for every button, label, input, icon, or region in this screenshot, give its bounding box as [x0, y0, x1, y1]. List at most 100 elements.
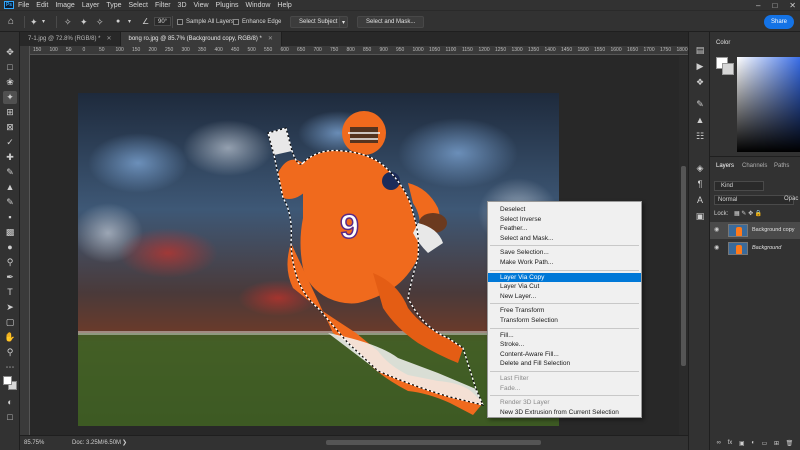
status-arrow-icon[interactable]: ❯ [122, 436, 127, 450]
horizontal-scroll-thumb[interactable] [326, 440, 541, 445]
pen-tool-icon[interactable]: ✒ [3, 271, 17, 284]
menu-edit[interactable]: Edit [36, 2, 48, 9]
vertical-scrollbar[interactable] [679, 56, 688, 435]
adjustments-icon[interactable]: ❖ [694, 76, 706, 88]
menu-item-stroke[interactable]: Stroke... [488, 340, 641, 350]
lock-all-icon[interactable]: 🔒 [755, 211, 762, 217]
menu-item-make-work-path[interactable]: Make Work Path... [488, 258, 641, 268]
delete-layer-icon[interactable]: 🗑 [786, 440, 794, 450]
type-tool-icon[interactable]: T [3, 286, 17, 299]
brush-options-chevron-icon[interactable]: ▾ [128, 16, 140, 28]
select-subject-button[interactable]: Select Subject [290, 16, 347, 28]
menu-plugins[interactable]: Plugins [216, 2, 239, 9]
select-and-mask-button[interactable]: Select and Mask... [357, 16, 425, 28]
menu-item-layer-via-copy[interactable]: Layer Via Copy [488, 272, 641, 283]
color-picker-field[interactable] [737, 57, 800, 152]
menu-view[interactable]: View [194, 2, 209, 9]
menu-select[interactable]: Select [129, 2, 148, 9]
add-mask-icon[interactable]: ▣ [739, 440, 745, 450]
add-to-selection-brush-icon[interactable]: ✦ [80, 16, 92, 28]
clone-source-icon[interactable]: ▲ [694, 114, 706, 126]
actions-play-icon[interactable]: ▶ [694, 60, 706, 72]
healing-brush-tool-icon[interactable]: ✚ [3, 151, 17, 164]
quick-mask-icon[interactable]: ◐ [3, 396, 17, 409]
home-icon[interactable]: ⌂ [8, 16, 20, 28]
horizontal-ruler[interactable]: 150 100 50 0 50 100 150 200 250 300 350 400 450 500 55… [30, 46, 688, 55]
move-tool-icon[interactable]: ✥ [3, 46, 17, 59]
menu-file[interactable]: File [18, 2, 29, 9]
paragraph-icon[interactable]: ¶ [694, 178, 706, 190]
share-button[interactable]: Share [764, 15, 794, 29]
menu-item-new-3d-extrusion-from-current-selection[interactable]: New 3D Extrusion from Current Selection [488, 408, 641, 418]
more-tools-icon[interactable]: ⋯ [3, 361, 17, 374]
menu-item-free-transform[interactable]: Free Transform [488, 306, 641, 316]
blend-mode-select[interactable]: Normal [714, 195, 794, 205]
layer-row[interactable]: ◉ Background [710, 240, 800, 257]
zoom-tool-icon[interactable]: ⚲ [3, 346, 17, 359]
menu-item-transform-selection[interactable]: Transform Selection [488, 316, 641, 326]
group-icon[interactable]: ▭ [762, 440, 768, 450]
lasso-tool-icon[interactable]: ❀ [3, 76, 17, 89]
menu-item-content-aware-fill[interactable]: Content-Aware Fill... [488, 350, 641, 360]
brush-settings-icon[interactable]: ✎ [694, 98, 706, 110]
screen-mode-icon[interactable]: □ [3, 411, 17, 424]
close-icon[interactable]: ✕ [789, 1, 796, 10]
marquee-tool-icon[interactable]: □ [3, 61, 17, 74]
close-tab-icon[interactable]: ✕ [106, 32, 111, 46]
menu-filter[interactable]: Filter [155, 2, 171, 9]
visibility-eye-icon[interactable]: ◉ [714, 222, 719, 239]
quick-select-tool-icon[interactable]: ✦ [30, 16, 42, 28]
character-icon[interactable]: A [694, 194, 706, 206]
quick-selection-tool-icon[interactable]: ✦ [3, 91, 17, 104]
document-tab[interactable]: 7-1.jpg @ 72.8% (RGB/8) * ✕ [20, 32, 121, 46]
gradient-tool-icon[interactable]: ▩ [3, 226, 17, 239]
angle-input[interactable]: 90° [154, 17, 172, 26]
color-swatches[interactable] [3, 376, 17, 392]
tool-preset-chevron-icon[interactable]: ▾ [42, 16, 54, 28]
history-icon[interactable]: ▤ [694, 44, 706, 56]
path-selection-tool-icon[interactable]: ➤ [3, 301, 17, 314]
minimize-icon[interactable]: – [756, 1, 760, 10]
background-color-swatch[interactable] [722, 63, 734, 75]
hand-tool-icon[interactable]: ✋ [3, 331, 17, 344]
vertical-ruler[interactable] [20, 46, 30, 435]
lock-position-icon[interactable]: ✥ [748, 211, 753, 217]
tab-layers[interactable]: Layers [716, 163, 734, 169]
rectangle-tool-icon[interactable]: ▢ [3, 316, 17, 329]
menu-item-layer-via-cut[interactable]: Layer Via Cut [488, 282, 641, 292]
menu-3d[interactable]: 3D [178, 2, 187, 9]
lock-image-icon[interactable]: ✎ [741, 211, 746, 217]
menu-window[interactable]: Window [246, 2, 271, 9]
foreground-color-swatch[interactable] [3, 376, 12, 385]
lock-transparent-icon[interactable]: ▦ [734, 211, 740, 217]
menu-item-save-selection[interactable]: Save Selection... [488, 248, 641, 258]
eyedropper-tool-icon[interactable]: ✓ [3, 136, 17, 149]
tab-channels[interactable]: Channels [742, 163, 767, 169]
brush-size-icon[interactable]: ● [116, 16, 128, 28]
maximize-icon[interactable]: □ [772, 1, 777, 10]
tab-paths[interactable]: Paths [774, 163, 789, 169]
menu-item-feather[interactable]: Feather... [488, 224, 641, 234]
visibility-eye-icon[interactable]: ◉ [714, 240, 719, 257]
layer-row[interactable]: ◉ Background copy [710, 222, 800, 239]
adjustment-layer-icon[interactable]: ◐ [751, 440, 755, 450]
fx-icon[interactable]: fx [728, 440, 733, 450]
new-layer-icon[interactable]: ⊞ [774, 440, 779, 450]
frame-tool-icon[interactable]: ⊠ [3, 121, 17, 134]
libraries-icon[interactable]: ◈ [694, 162, 706, 174]
menu-item-delete-and-fill-selection[interactable]: Delete and Fill Selection [488, 359, 641, 369]
sample-all-layers-checkbox[interactable]: Sample All Layers [177, 16, 234, 28]
crop-tool-icon[interactable]: ⊞ [3, 106, 17, 119]
menu-item-select-inverse[interactable]: Select Inverse [488, 215, 641, 225]
blur-tool-icon[interactable]: ● [3, 241, 17, 254]
enhance-edge-checkbox[interactable]: Enhance Edge [233, 16, 281, 28]
eraser-tool-icon[interactable]: ▪ [3, 211, 17, 224]
menu-layer[interactable]: Layer [82, 2, 100, 9]
vertical-scroll-thumb[interactable] [681, 166, 686, 366]
menu-item-new-layer[interactable]: New Layer... [488, 292, 641, 302]
dodge-tool-icon[interactable]: ⚲ [3, 256, 17, 269]
menu-item-fill[interactable]: Fill... [488, 331, 641, 341]
menu-item-deselect[interactable]: Deselect [488, 205, 641, 215]
zoom-level[interactable]: 85.75% [24, 436, 44, 450]
properties-icon[interactable]: ☷ [694, 130, 706, 142]
